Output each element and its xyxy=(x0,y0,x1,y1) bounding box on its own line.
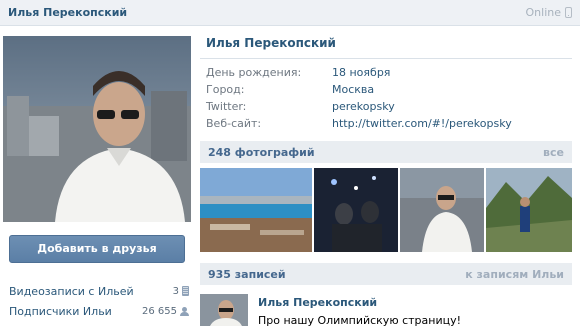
photos-title[interactable]: 248 фотографий xyxy=(208,146,315,159)
wall-title[interactable]: 935 записей xyxy=(208,268,286,281)
photos-section-header[interactable]: 248 фотографий все xyxy=(200,141,572,163)
videos-count: 3 xyxy=(173,286,189,297)
info-row-birthday: День рождения: 18 ноября xyxy=(206,64,572,81)
mobile-phone-icon xyxy=(565,7,572,18)
videos-count-value: 3 xyxy=(172,285,179,297)
avatar[interactable] xyxy=(200,294,248,326)
side-link-followers[interactable]: Подписчики Ильи 26 655 xyxy=(9,301,189,321)
info-label: День рождения: xyxy=(206,66,302,79)
online-status: Online xyxy=(526,6,572,19)
photo-thumbnails xyxy=(200,168,572,252)
photo-thumb[interactable] xyxy=(314,168,398,252)
twitter-link[interactable]: perekopsky xyxy=(332,100,395,113)
followers-count: 26 655 xyxy=(142,306,189,317)
add-friend-button[interactable]: Добавить в друзья xyxy=(9,235,185,263)
divider xyxy=(200,58,572,59)
info-row-city: Город: Москва xyxy=(206,81,572,98)
online-label: Online xyxy=(525,6,561,19)
wall-section-header[interactable]: 935 записей к записям Ильи xyxy=(200,263,572,285)
followers-count-value: 26 655 xyxy=(142,305,177,317)
side-links: Видеозаписи с Ильей 3 Подписчики Ильи 26… xyxy=(9,281,189,321)
side-link-followers-label: Подписчики Ильи xyxy=(9,304,112,318)
birthday-link[interactable]: 18 ноября xyxy=(332,66,390,79)
photo-thumb[interactable] xyxy=(486,168,572,252)
info-row-website: Веб-сайт: http://twitter.com/#!/perekops… xyxy=(206,115,572,132)
city-link[interactable]: Москва xyxy=(332,83,374,96)
top-bar: Илья Перекопский Online xyxy=(0,0,580,26)
info-label: Twitter: xyxy=(206,100,247,113)
photo-thumb[interactable] xyxy=(400,168,484,252)
topbar-name[interactable]: Илья Перекопский xyxy=(8,6,127,19)
profile-photo[interactable] xyxy=(3,36,191,222)
profile-name: Илья Перекопский xyxy=(206,36,336,50)
info-row-twitter: Twitter: perekopsky xyxy=(206,98,572,115)
side-link-videos[interactable]: Видеозаписи с Ильей 3 xyxy=(9,281,189,301)
photo-thumb[interactable] xyxy=(200,168,312,252)
photos-all-link[interactable]: все xyxy=(543,146,564,159)
wall-link[interactable]: к записям Ильи xyxy=(465,268,564,281)
post-author-link[interactable]: Илья Перекопский xyxy=(258,296,377,309)
post-text: Про нашу Олимпийскую страницу! xyxy=(258,314,461,326)
side-link-videos-label: Видеозаписи с Ильей xyxy=(9,284,134,298)
website-link[interactable]: http://twitter.com/#!/perekopsky xyxy=(332,117,512,130)
film-icon xyxy=(182,286,189,296)
wall-post: Илья Перекопский Про нашу Олимпийскую ст… xyxy=(200,294,572,326)
profile-info: День рождения: 18 ноября Город: Москва T… xyxy=(206,64,572,132)
people-icon xyxy=(180,306,189,316)
info-label: Город: xyxy=(206,83,245,96)
info-label: Веб-сайт: xyxy=(206,117,262,130)
